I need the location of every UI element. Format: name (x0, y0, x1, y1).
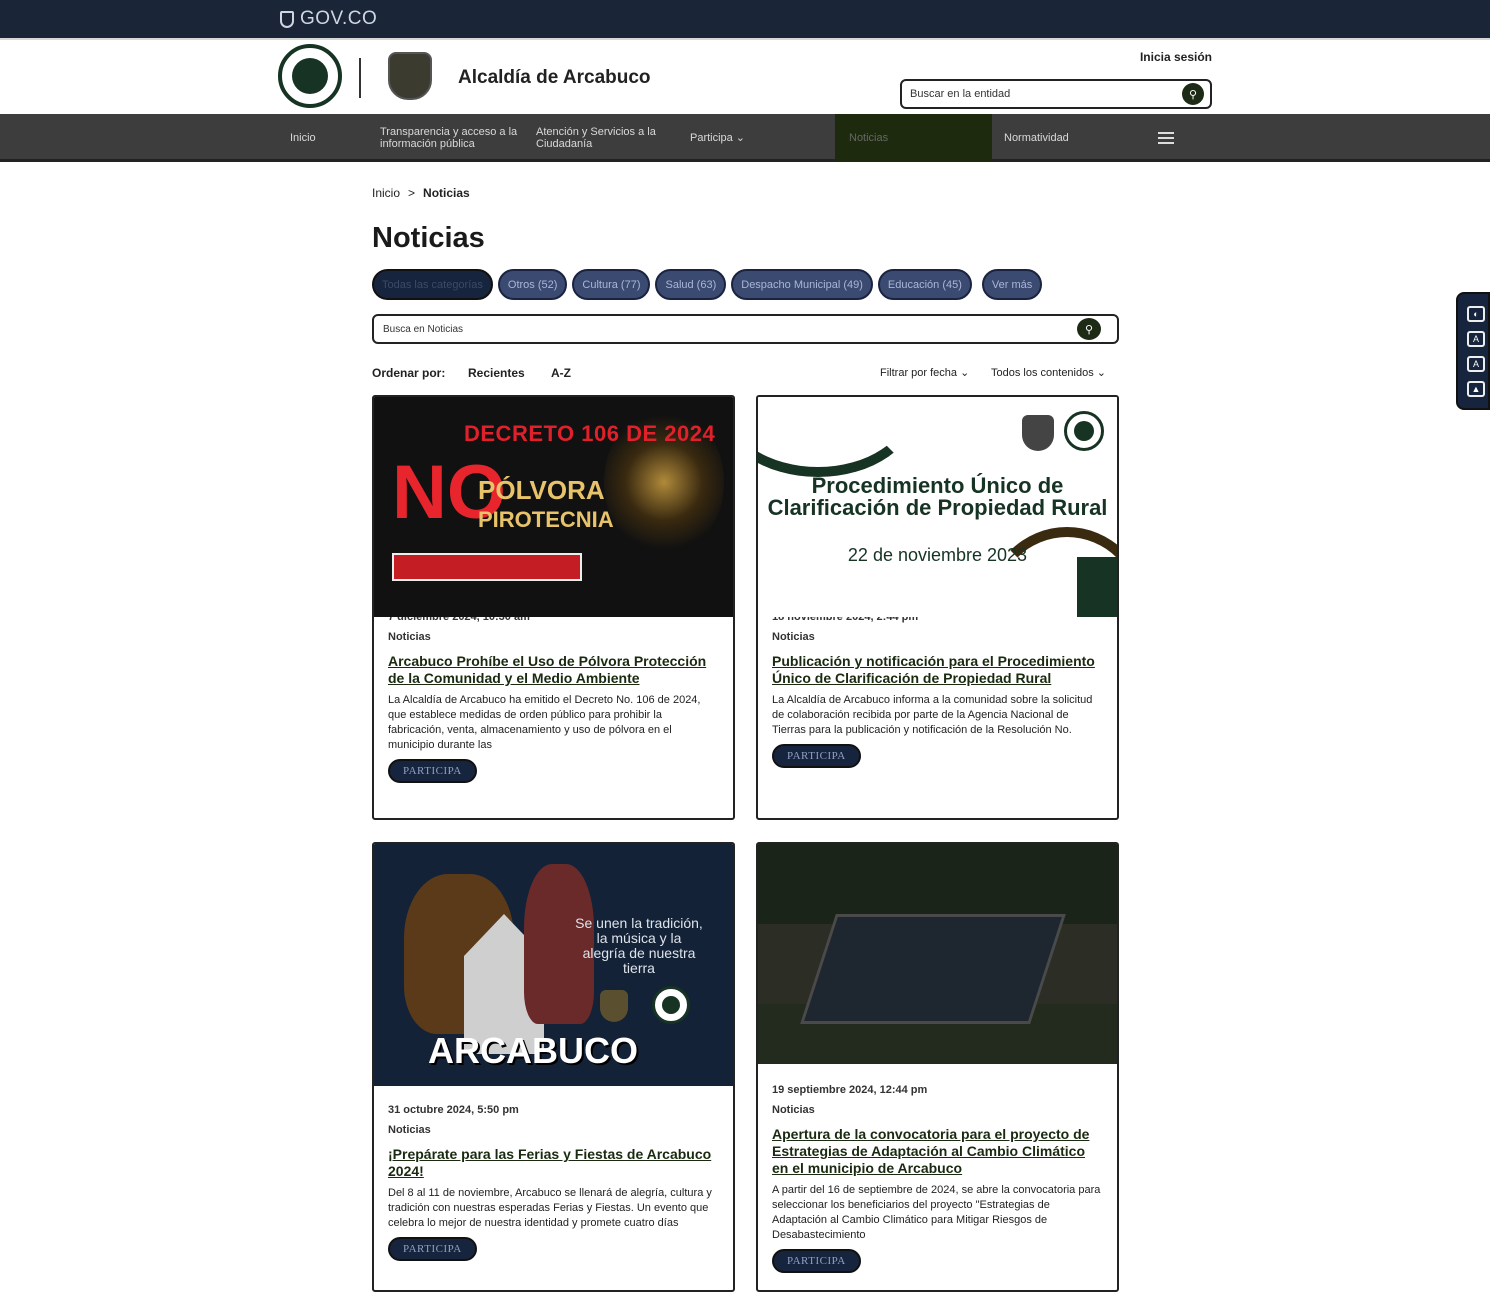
news-title-link[interactable]: ¡Prepárate para las Ferias y Fiestas de … (388, 1146, 719, 1180)
chevron-down-icon: ⌄ (735, 132, 746, 144)
nav-item-atencion[interactable]: Atención y Servicios a la Ciudadanía (536, 114, 676, 162)
swoosh-graphic (758, 397, 918, 477)
arcabuco-logo[interactable] (278, 44, 342, 108)
chip-otros[interactable]: Otros (52) (497, 269, 568, 300)
news-card[interactable]: Se unen la tradición, la música y la ale… (372, 842, 735, 1292)
breadcrumb-home[interactable]: Inicio (372, 186, 400, 200)
image-pirotecnia-text: PIROTECNIA (478, 507, 614, 532)
news-search-input[interactable]: Busca en Noticias ⚲ (372, 314, 1119, 344)
image-headline: Procedimiento Único de Clarificación de … (767, 473, 1108, 520)
bird-icon (292, 58, 328, 94)
font-decrease-icon[interactable]: A (1467, 356, 1485, 372)
chip-educacion[interactable]: Educación (45) (877, 269, 972, 300)
contrast-icon[interactable]: ◐ (1467, 306, 1485, 322)
trees-graphic (758, 844, 1117, 924)
nav-item-atencion-label: Atención y Servicios a la Ciudadanía (536, 126, 656, 150)
image-polvora-text: PÓLVORA (478, 475, 605, 505)
breadcrumb-current: Noticias (423, 186, 470, 200)
sort-recientes[interactable]: Recientes (468, 366, 525, 380)
chip-cultura[interactable]: Cultura (77) (572, 269, 651, 300)
filter-content-dropdown[interactable]: Todos los contenidos ⌄ (991, 366, 1106, 379)
news-card-image[interactable] (758, 844, 1117, 1064)
municipal-crest (600, 990, 628, 1022)
chip-ver-mas[interactable]: Ver más (981, 269, 1043, 300)
municipal-crest (1022, 415, 1054, 451)
pool-graphic (800, 914, 1066, 1024)
chip-salud[interactable]: Salud (63) (655, 269, 727, 300)
news-category: Noticias (772, 1104, 815, 1116)
news-card[interactable]: Procedimiento Único de Clarificación de … (756, 395, 1119, 820)
chevron-down-icon: ⌄ (1096, 367, 1107, 379)
entity-search-placeholder: Buscar en la entidad (910, 88, 1011, 100)
municipal-crest (388, 52, 432, 100)
shield-icon (280, 10, 294, 28)
sort-label: Ordenar por: (372, 366, 446, 380)
news-card-image[interactable]: Se unen la tradición, la música y la ale… (374, 844, 733, 1086)
news-category: Noticias (388, 631, 431, 643)
gov-co-bar: GOV.CO (0, 0, 1490, 38)
accessibility-toolbar: ◐ A A ▲ (1456, 292, 1490, 410)
chip-despacho-municipal[interactable]: Despacho Municipal (49) (731, 269, 873, 300)
search-icon[interactable]: ⚲ (1077, 318, 1101, 340)
image-decree-text: DECRETO 106 DE 2024 (464, 421, 716, 446)
sort-bar: Ordenar por: Recientes A-Z Filtrar por f… (372, 366, 1119, 382)
nav-item-participa[interactable]: Participa ⌄ (690, 114, 770, 162)
participa-button[interactable]: PARTICIPA (388, 1237, 477, 1261)
arcabuco-logo (1064, 411, 1104, 451)
news-search-placeholder: Busca en Noticias (383, 324, 464, 335)
login-link[interactable]: Inicia sesión (1120, 50, 1212, 64)
nav-item-participa-label: Participa (690, 132, 733, 144)
news-description: La Alcaldía de Arcabuco informa a la com… (772, 694, 1093, 736)
participa-button[interactable]: PARTICIPA (388, 759, 477, 783)
participa-button[interactable]: PARTICIPA (772, 1249, 861, 1273)
image-notice-box (392, 553, 582, 581)
news-card[interactable]: 19 septiembre 2024, 12:44 pm Noticias Ap… (756, 842, 1119, 1292)
news-date: 19 septiembre 2024, 12:44 pm (772, 1084, 928, 1096)
corner-graphic (1077, 557, 1117, 617)
news-card-image[interactable]: Procedimiento Único de Clarificación de … (758, 397, 1117, 617)
nav-item-inicio[interactable]: Inicio (290, 114, 370, 162)
nav-item-normatividad[interactable]: Normatividad (1004, 114, 1124, 162)
category-filter: Todas las categorías Otros (52) Cultura … (372, 269, 1043, 300)
page-title: Noticias (372, 222, 485, 254)
news-description: La Alcaldía de Arcabuco ha emitido el De… (388, 694, 701, 751)
search-icon[interactable]: ⚲ (1182, 83, 1204, 105)
sort-a-z[interactable]: A-Z (551, 366, 571, 380)
arcabuco-logo (652, 986, 690, 1024)
entity-search-input[interactable]: Buscar en la entidad ⚲ (900, 79, 1212, 109)
gov-co-logo[interactable]: GOV.CO (280, 8, 377, 30)
site-header: Alcaldía de Arcabuco Inicia sesión Busca… (0, 38, 1490, 114)
news-title-link[interactable]: Arcabuco Prohíbe el Uso de Pólvora Prote… (388, 653, 719, 687)
news-description: A partir del 16 de septiembre de 2024, s… (772, 1184, 1101, 1241)
nav-item-noticias[interactable]: Noticias (835, 114, 992, 162)
news-title-link[interactable]: Apertura de la convocatoria para el proy… (772, 1126, 1103, 1177)
news-card[interactable]: DECRETO 106 DE 2024 NO PÓLVORA PIROTECNI… (372, 395, 735, 820)
image-town-name: ARCABUCO (428, 1030, 638, 1071)
filter-content-label: Todos los contenidos (991, 367, 1094, 379)
news-category: Noticias (772, 631, 815, 643)
relief-icon[interactable]: ▲ (1467, 381, 1485, 397)
image-slogan: Se unen la tradición, la música y la ale… (575, 915, 703, 976)
news-card-image[interactable]: DECRETO 106 DE 2024 NO PÓLVORA PIROTECNI… (374, 397, 733, 617)
gov-co-text: GOV.CO (300, 8, 378, 29)
breadcrumb: Inicio > Noticias (372, 186, 470, 200)
chevron-down-icon: ⌄ (960, 367, 970, 379)
entity-name[interactable]: Alcaldía de Arcabuco (458, 67, 651, 89)
nav-item-transparencia[interactable]: Transparencia y acceso a la información … (380, 114, 520, 162)
participa-button[interactable]: PARTICIPA (772, 744, 861, 768)
chip-all-categories[interactable]: Todas las categorías (372, 269, 493, 300)
image-date: 22 de noviembre 2023 (847, 545, 1028, 565)
breadcrumb-separator: > (408, 186, 416, 200)
news-title-link[interactable]: Publicación y notificación para el Proce… (772, 653, 1103, 687)
hamburger-menu-icon[interactable] (1158, 132, 1174, 144)
news-date: 31 octubre 2024, 5:50 pm (388, 1104, 519, 1116)
logo-divider (359, 58, 361, 98)
filter-date-dropdown[interactable]: Filtrar por fecha ⌄ (880, 366, 969, 379)
news-description: Del 8 al 11 de noviembre, Arcabuco se ll… (388, 1187, 712, 1229)
news-category: Noticias (388, 1124, 431, 1136)
font-increase-icon[interactable]: A (1467, 331, 1485, 347)
filter-date-label: Filtrar por fecha (880, 367, 958, 379)
main-nav: Inicio Transparencia y acceso a la infor… (0, 114, 1490, 162)
